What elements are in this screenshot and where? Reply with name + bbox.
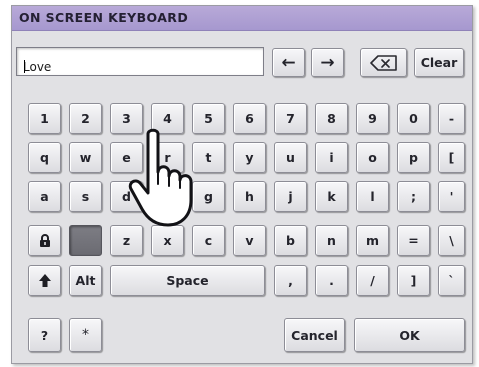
window-title: ON SCREEN KEYBOARD bbox=[19, 10, 189, 25]
shift-key[interactable] bbox=[28, 265, 61, 296]
key-7[interactable]: 7 bbox=[274, 103, 307, 134]
key-k[interactable]: k bbox=[315, 181, 348, 212]
input-value: Love bbox=[23, 60, 52, 74]
help-button[interactable]: ? bbox=[28, 318, 61, 352]
right-arrow-button[interactable]: → bbox=[311, 48, 344, 77]
key-t[interactable]: t bbox=[192, 142, 225, 173]
key-q[interactable]: q bbox=[28, 142, 61, 173]
key-1[interactable]: 1 bbox=[28, 103, 61, 134]
key-v[interactable]: v bbox=[233, 225, 266, 256]
space-key[interactable]: Space bbox=[110, 265, 265, 296]
key-n[interactable]: n bbox=[315, 225, 348, 256]
cancel-button[interactable]: Cancel bbox=[284, 318, 345, 352]
key-0[interactable]: 0 bbox=[397, 103, 430, 134]
key-y[interactable]: y bbox=[233, 142, 266, 173]
key-p[interactable]: p bbox=[397, 142, 430, 173]
key-apostrophe[interactable]: ' bbox=[438, 181, 465, 212]
clear-button[interactable]: Clear bbox=[414, 48, 464, 77]
caps-lock-key[interactable] bbox=[28, 225, 61, 256]
key-h[interactable]: h bbox=[233, 181, 266, 212]
text-caret bbox=[24, 60, 25, 73]
key-comma[interactable]: , bbox=[274, 265, 307, 296]
key-d[interactable]: d bbox=[110, 181, 143, 212]
key-8[interactable]: 8 bbox=[315, 103, 348, 134]
key-backtick[interactable]: ` bbox=[438, 265, 465, 296]
key-i[interactable]: i bbox=[315, 142, 348, 173]
text-input-field[interactable]: Love bbox=[16, 47, 264, 76]
key-u[interactable]: u bbox=[274, 142, 307, 173]
key-a[interactable]: a bbox=[28, 181, 61, 212]
key-equals[interactable]: = bbox=[397, 225, 430, 256]
key-m[interactable]: m bbox=[356, 225, 389, 256]
blank-key[interactable] bbox=[69, 225, 102, 256]
backspace-button[interactable] bbox=[360, 48, 407, 77]
left-arrow-button[interactable]: ← bbox=[272, 48, 305, 77]
key-o[interactable]: o bbox=[356, 142, 389, 173]
key-slash[interactable]: / bbox=[356, 265, 389, 296]
backspace-icon bbox=[369, 54, 397, 71]
key-semicolon[interactable]: ; bbox=[397, 181, 430, 212]
key-g[interactable]: g bbox=[192, 181, 225, 212]
key-backslash[interactable]: \ bbox=[438, 225, 465, 256]
key-3[interactable]: 3 bbox=[110, 103, 143, 134]
key-period[interactable]: . bbox=[315, 265, 348, 296]
alt-key[interactable]: Alt bbox=[69, 265, 102, 296]
key-b[interactable]: b bbox=[274, 225, 307, 256]
title-bar: ON SCREEN KEYBOARD bbox=[12, 6, 472, 31]
key-5[interactable]: 5 bbox=[192, 103, 225, 134]
left-arrow-icon: ← bbox=[281, 52, 296, 73]
key-2[interactable]: 2 bbox=[69, 103, 102, 134]
key-r[interactable]: r bbox=[151, 142, 184, 173]
key-9[interactable]: 9 bbox=[356, 103, 389, 134]
key-6[interactable]: 6 bbox=[233, 103, 266, 134]
key-l[interactable]: l bbox=[356, 181, 389, 212]
key-j[interactable]: j bbox=[274, 181, 307, 212]
asterisk-button[interactable]: * bbox=[69, 318, 102, 352]
key-w[interactable]: w bbox=[69, 142, 102, 173]
ok-button[interactable]: OK bbox=[354, 318, 465, 352]
key-x[interactable]: x bbox=[151, 225, 184, 256]
key-s[interactable]: s bbox=[69, 181, 102, 212]
key-4[interactable]: 4 bbox=[151, 103, 184, 134]
key-z[interactable]: z bbox=[110, 225, 143, 256]
key-minus[interactable]: - bbox=[438, 103, 465, 134]
lock-icon bbox=[39, 233, 50, 247]
right-arrow-icon: → bbox=[320, 52, 335, 73]
key-c[interactable]: c bbox=[192, 225, 225, 256]
key-open-bracket[interactable]: [ bbox=[438, 142, 465, 173]
key-f[interactable]: f bbox=[151, 181, 184, 212]
shift-icon bbox=[38, 274, 51, 287]
key-close-bracket[interactable]: ] bbox=[397, 265, 430, 296]
key-e[interactable]: e bbox=[110, 142, 143, 173]
